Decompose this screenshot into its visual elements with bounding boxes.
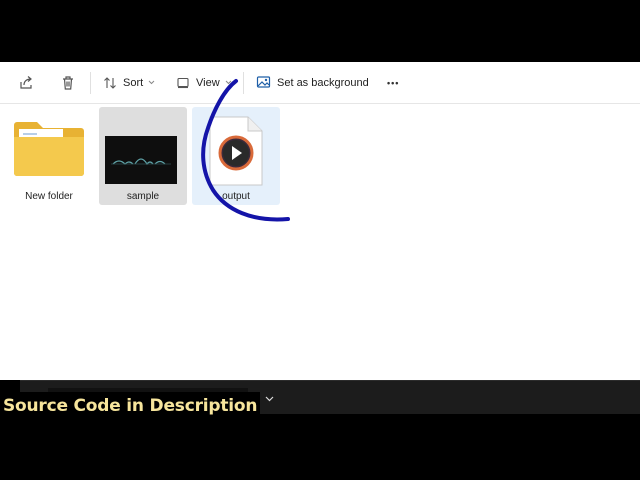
chevron-down-icon (148, 80, 155, 85)
file-item-new-folder[interactable]: New folder (5, 107, 93, 205)
top-black-bar (0, 0, 640, 62)
view-button[interactable]: View (176, 68, 232, 98)
caption-overlay: Source Code in Description (0, 392, 261, 419)
file-list: New folder sample output (0, 105, 640, 380)
sort-label: Sort (123, 76, 144, 89)
file-item-output[interactable]: output (192, 107, 280, 205)
command-bar: Sort View Set as background ••• (0, 62, 640, 104)
chevron-down-icon[interactable] (265, 393, 274, 405)
trash-icon (60, 75, 76, 91)
share-icon (18, 75, 34, 91)
file-name: output (222, 191, 250, 202)
toolbar-divider (90, 72, 91, 94)
caption-text: Source Code in Description (3, 395, 258, 416)
delete-button[interactable] (60, 68, 76, 98)
file-item-sample[interactable]: sample (99, 107, 187, 205)
set-as-background-label: Set as background (277, 76, 369, 89)
chevron-down-icon (225, 80, 232, 85)
view-label: View (196, 76, 220, 89)
file-explorer-window: Sort View Set as background ••• New fold… (0, 62, 640, 380)
video-file-icon (208, 115, 264, 192)
file-name: New folder (25, 191, 73, 202)
set-as-background-button[interactable]: Set as background (256, 68, 369, 98)
share-button[interactable] (18, 68, 34, 98)
sort-icon (102, 75, 118, 91)
more-icon: ••• (387, 77, 400, 88)
toolbar-divider (243, 72, 244, 94)
more-options-button[interactable]: ••• (387, 68, 399, 98)
sort-button[interactable]: Sort (102, 68, 155, 98)
image-icon (256, 75, 271, 90)
file-name: sample (126, 191, 160, 202)
view-icon (176, 76, 190, 90)
video-thumbnail (105, 136, 177, 189)
folder-icon (13, 119, 85, 182)
